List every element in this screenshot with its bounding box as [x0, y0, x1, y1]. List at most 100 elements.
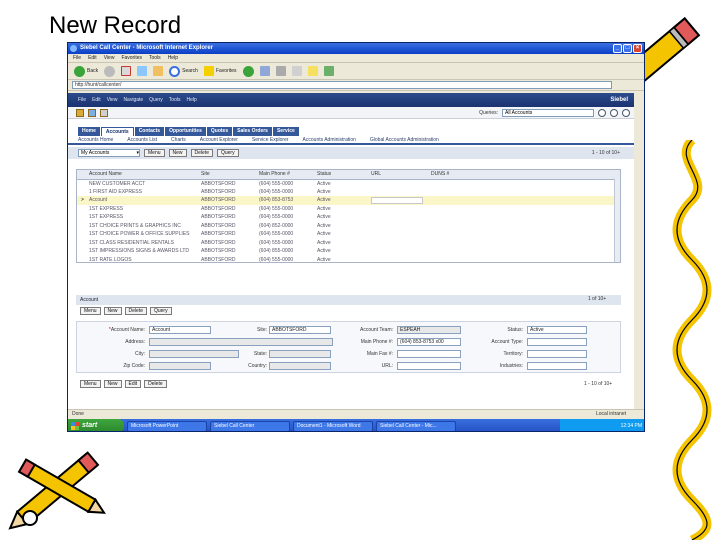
- queries-select[interactable]: All Accounts: [502, 108, 594, 117]
- refresh-icon[interactable]: [137, 66, 148, 76]
- tab-contacts[interactable]: Contacts: [134, 127, 165, 136]
- app-menu-help[interactable]: Help: [186, 97, 196, 103]
- bottom-new-button[interactable]: New: [103, 380, 122, 388]
- account-type-field[interactable]: [527, 338, 587, 346]
- cell-account-name[interactable]: 1ST EXPRESS: [85, 205, 197, 214]
- menu-help[interactable]: Help: [168, 54, 178, 62]
- edit-icon[interactable]: [291, 66, 302, 76]
- column-header-main-phone[interactable]: Main Phone #: [255, 170, 313, 180]
- maximize-button[interactable]: □: [623, 44, 632, 53]
- back-button[interactable]: Back: [74, 65, 98, 77]
- form-query-button[interactable]: Query: [149, 307, 172, 315]
- tab-quotes[interactable]: Quotes: [206, 127, 233, 136]
- form-menu-button[interactable]: Menu: [80, 307, 101, 315]
- main-phone-field[interactable]: (604) 853-8753 x00: [397, 338, 461, 346]
- cell-account-name[interactable]: NEW CUSTOMER ACCT: [85, 179, 197, 188]
- cell-account-name[interactable]: Account: [85, 196, 197, 205]
- tab-home[interactable]: Home: [78, 127, 100, 136]
- search-button[interactable]: Search: [169, 65, 198, 77]
- tab-sales-orders[interactable]: Sales Orders: [233, 127, 272, 136]
- bottom-delete-button[interactable]: Delete: [144, 380, 167, 388]
- back-icon[interactable]: [88, 108, 96, 117]
- table-row[interactable]: NEW CUSTOMER ACCT ABBOTSFORD (604) 555-000…: [77, 179, 620, 188]
- form-delete-button[interactable]: Delete: [124, 307, 147, 315]
- start-button[interactable]: start: [68, 419, 124, 431]
- tab-accounts[interactable]: Accounts: [100, 127, 134, 136]
- app-menu-view[interactable]: View: [107, 97, 118, 103]
- table-row[interactable]: 1ST IMPRESSIONS SIGNS & AWARDS LTD ABBOTS…: [77, 247, 620, 256]
- app-menu-query[interactable]: Query: [149, 97, 163, 103]
- zip-code-field[interactable]: [149, 362, 211, 370]
- link-accounts-home[interactable]: Accounts Home: [78, 136, 113, 143]
- main-fax-field[interactable]: [397, 350, 461, 358]
- table-row[interactable]: 1ST EXPRESS ABBOTSFORD (604) 555-0000 Activ…: [77, 205, 620, 214]
- link-accounts-list[interactable]: Accounts List: [127, 136, 157, 143]
- menu-favorites[interactable]: Favorites: [121, 54, 142, 62]
- cell-account-name[interactable]: 1ST RATE LOGOS: [85, 256, 197, 262]
- minimize-button[interactable]: _: [613, 44, 622, 53]
- menu-view[interactable]: View: [104, 54, 115, 62]
- table-row[interactable]: 1ST CLASS RESIDENTIAL RENTALS ABBOTSFORD (…: [77, 239, 620, 248]
- taskbar-item[interactable]: Document1 - Microsoft Word: [293, 420, 373, 431]
- stop-icon[interactable]: [121, 66, 132, 76]
- cell-url[interactable]: [367, 196, 427, 205]
- query-search-icon[interactable]: [598, 108, 606, 117]
- folder-icon[interactable]: [307, 66, 318, 76]
- cell-account-name[interactable]: 1ST CHOICE POWER & OFFICE SUPPLIES: [85, 230, 197, 239]
- list-new-button[interactable]: New: [168, 149, 187, 157]
- cell-account-name[interactable]: 1ST EXPRESS: [85, 213, 197, 222]
- tab-opportunities[interactable]: Opportunities: [165, 127, 206, 136]
- media-icon[interactable]: [242, 65, 254, 77]
- taskbar-item[interactable]: Siebel Call Center - Mic...: [376, 420, 456, 431]
- status-field[interactable]: Active: [527, 326, 587, 334]
- cell-account-name[interactable]: 1 FIRST AID EXPRESS: [85, 188, 197, 197]
- forward-arrow-icon[interactable]: [104, 65, 116, 77]
- taskbar-item[interactable]: Microsoft PowerPoint: [127, 420, 207, 431]
- column-header-account-name[interactable]: Account Name: [85, 170, 197, 180]
- city-field[interactable]: [149, 350, 239, 358]
- table-row[interactable]: 1 FIRST AID EXPRESS ABBOTSFORD (604) 555-0…: [77, 188, 620, 197]
- print-icon[interactable]: [275, 66, 286, 76]
- column-header-duns[interactable]: DUNS #: [427, 170, 487, 180]
- sitemap-icon[interactable]: [76, 108, 84, 117]
- bottom-edit-button[interactable]: Edit: [124, 380, 142, 388]
- link-service-explorer[interactable]: Service Explorer: [252, 136, 289, 143]
- menu-tools[interactable]: Tools: [149, 54, 161, 62]
- form-new-button[interactable]: New: [103, 307, 122, 315]
- site-field[interactable]: ABBOTSFORD: [269, 326, 331, 334]
- cell-account-name[interactable]: 1ST IMPRESSIONS SIGNS & AWARDS LTD: [85, 247, 197, 256]
- industries-field[interactable]: [527, 362, 587, 370]
- table-row[interactable]: 1ST EXPRESS ABBOTSFORD (604) 555-0000 Activ…: [77, 213, 620, 222]
- list-scrollbar[interactable]: [614, 179, 620, 262]
- taskbar-item[interactable]: Siebel Call Center: [210, 420, 290, 431]
- link-account-explorer[interactable]: Account Explorer: [200, 136, 238, 143]
- link-global-accounts-admin[interactable]: Global Accounts Administration: [370, 136, 439, 143]
- tab-service[interactable]: Service: [272, 127, 299, 136]
- address-input[interactable]: http://hunt/callcenter/: [72, 81, 612, 89]
- app-menu-navigate[interactable]: Navigate: [123, 97, 143, 103]
- address-field[interactable]: [149, 338, 333, 346]
- list-query-button[interactable]: Query: [216, 149, 239, 157]
- account-team-field[interactable]: ESPEAH: [397, 326, 461, 334]
- cell-account-name[interactable]: 1ST CLASS RESIDENTIAL RENTALS: [85, 239, 197, 248]
- list-menu-button[interactable]: Menu: [144, 149, 165, 157]
- save-icon[interactable]: [100, 108, 108, 117]
- table-row[interactable]: 1ST RATE LOGOS ABBOTSFORD (604) 555-0000 Ac…: [77, 256, 620, 262]
- menu-file[interactable]: File: [73, 54, 81, 62]
- country-field[interactable]: [269, 362, 331, 370]
- link-charts[interactable]: Charts: [171, 136, 186, 143]
- messenger-icon[interactable]: [323, 66, 334, 76]
- app-menu-file[interactable]: File: [78, 97, 86, 103]
- link-accounts-admin[interactable]: Accounts Administration: [303, 136, 356, 143]
- table-row[interactable]: 1ST CHOICE POWER & OFFICE SUPPLIES ABBOTS…: [77, 230, 620, 239]
- mail-icon[interactable]: [259, 66, 270, 76]
- query-help-icon[interactable]: [610, 108, 618, 117]
- account-name-field[interactable]: Account: [149, 326, 211, 334]
- column-header-site[interactable]: Site: [197, 170, 255, 180]
- column-header-status[interactable]: Status: [313, 170, 367, 180]
- list-delete-button[interactable]: Delete: [190, 149, 213, 157]
- close-button[interactable]: ×: [633, 44, 642, 53]
- url-field[interactable]: [397, 362, 461, 370]
- state-field[interactable]: [269, 350, 331, 358]
- app-menu-edit[interactable]: Edit: [92, 97, 101, 103]
